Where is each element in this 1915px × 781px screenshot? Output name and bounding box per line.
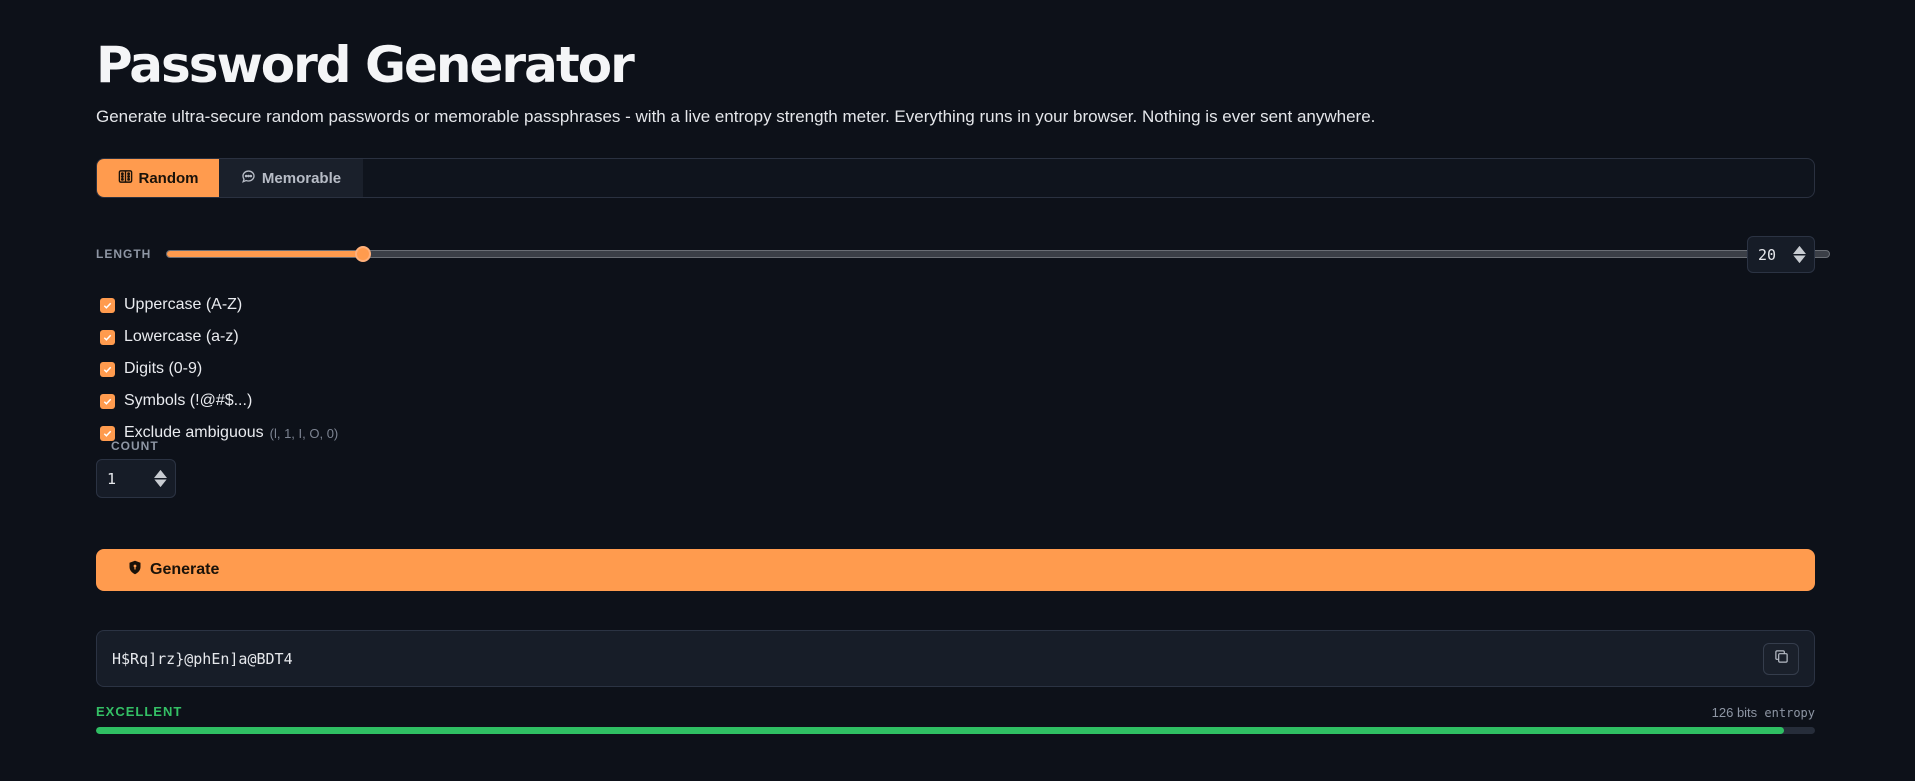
copy-button[interactable] <box>1763 642 1799 675</box>
length-value: 20 <box>1758 245 1777 264</box>
page-title: Password Generator <box>96 36 635 94</box>
tab-random[interactable]: Random <box>97 159 219 197</box>
length-stepper[interactable] <box>1793 245 1806 264</box>
generate-label: Generate <box>150 561 220 578</box>
option-symbols[interactable]: Symbols (!@#$...) <box>100 385 338 417</box>
stepper-up-icon[interactable] <box>154 469 167 478</box>
count-input[interactable]: 1 <box>96 459 176 498</box>
page-subtitle: Generate ultra-secure random passwords o… <box>96 107 1376 126</box>
copy-icon <box>1774 649 1789 668</box>
stepper-down-icon[interactable] <box>1793 255 1806 264</box>
symbols-checkbox[interactable] <box>100 393 115 409</box>
stepper-up-icon[interactable] <box>1793 245 1806 254</box>
length-slider-fill <box>167 251 364 257</box>
generated-password[interactable]: H$Rq]rz}@phEn]a@BDT4 <box>112 650 293 668</box>
generate-button[interactable]: Generate <box>96 549 1815 591</box>
option-lowercase[interactable]: Lowercase (a-z) <box>100 321 338 353</box>
lowercase-label: Lowercase (a-z) <box>124 328 239 345</box>
dice-icon <box>118 169 133 188</box>
tab-memorable[interactable]: Memorable <box>219 159 363 197</box>
entropy-bits: 126 bits <box>1711 705 1758 720</box>
entropy-suffix: entropy <box>1764 706 1815 720</box>
strength-label: EXCELLENT <box>96 704 183 719</box>
shield-icon <box>128 560 142 580</box>
tab-memorable-label: Memorable <box>261 169 342 187</box>
chat-icon <box>241 169 256 188</box>
digits-label: Digits (0-9) <box>124 360 203 377</box>
character-options: Uppercase (A-Z) Lowercase (a-z) Digits (… <box>100 289 338 449</box>
strength-meter <box>96 727 1815 734</box>
uppercase-label: Uppercase (A-Z) <box>124 296 243 313</box>
entropy-readout: 126 bits entropy <box>1712 705 1815 720</box>
tab-random-label: Random <box>138 169 199 187</box>
stepper-down-icon[interactable] <box>154 479 167 488</box>
password-output[interactable]: H$Rq]rz}@phEn]a@BDT4 <box>96 630 1815 687</box>
length-slider[interactable] <box>166 246 1830 262</box>
length-slider-thumb[interactable] <box>355 246 372 262</box>
option-uppercase[interactable]: Uppercase (A-Z) <box>100 289 338 321</box>
count-value: 1 <box>107 469 117 488</box>
length-label: LENGTH <box>96 247 152 261</box>
symbols-label: Symbols (!@#$...) <box>124 392 253 409</box>
strength-meter-fill <box>96 727 1785 734</box>
digits-checkbox[interactable] <box>100 361 115 377</box>
lowercase-checkbox[interactable] <box>100 329 115 345</box>
count-stepper[interactable] <box>154 469 167 488</box>
exclude-ambiguous-hint: (l, 1, I, O, 0) <box>269 425 339 441</box>
option-digits[interactable]: Digits (0-9) <box>100 353 338 385</box>
count-label: COUNT <box>111 439 159 453</box>
length-input[interactable]: 20 <box>1747 236 1815 273</box>
mode-tabs: Random Memorable <box>96 158 1815 198</box>
uppercase-checkbox[interactable] <box>100 297 115 313</box>
